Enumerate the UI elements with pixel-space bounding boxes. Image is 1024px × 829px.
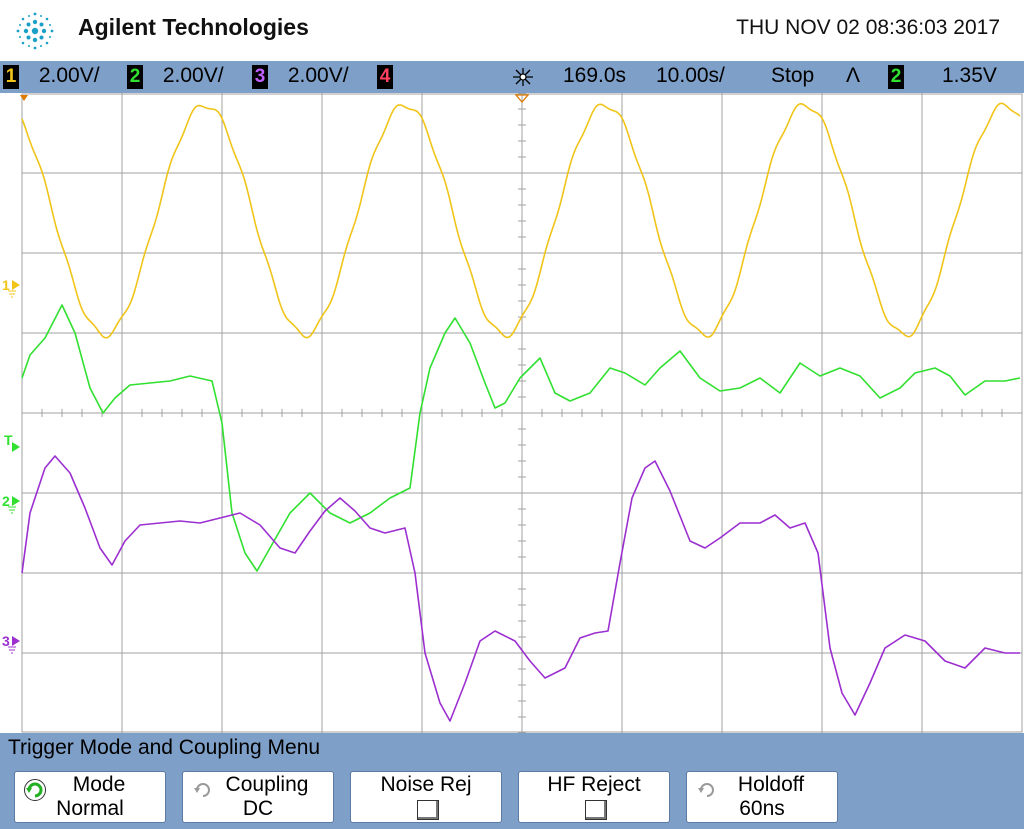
delay-readout[interactable]: 169.0s [563, 64, 626, 88]
waveform-display: 123T [0, 93, 1024, 733]
coupling-value: DC [242, 797, 274, 820]
mode-value: Normal [56, 797, 124, 820]
noise-reject-label: Noise Rej [380, 773, 472, 796]
trigger-slope-icon: Ʌ [846, 64, 861, 87]
channel-1-marker-arrow [12, 280, 20, 290]
channel-1-scale-value: 2.00V/ [38, 64, 100, 87]
brand-name: Agilent Technologies [78, 14, 309, 40]
channel-3-scale-value: 2.00V/ [287, 64, 349, 87]
trigger-level-arrow [12, 442, 20, 452]
holdoff-softkey[interactable]: Holdoff 60ns [686, 771, 838, 823]
channel-4-scale[interactable]: 4 [377, 64, 393, 89]
hf-reject-softkey[interactable]: HF Reject [518, 771, 670, 823]
holdoff-label: Holdoff [737, 773, 805, 796]
channel-2-trace [21, 304, 1021, 572]
noise-reject-checkbox-icon[interactable] [417, 800, 439, 820]
horizontal-delay-icon [513, 68, 533, 86]
header: Agilent Technologies THU NOV 02 08:36:03… [0, 0, 1024, 61]
trigger-level-readout[interactable]: 1.35V [942, 64, 997, 88]
trigger-source[interactable]: 2 [888, 64, 904, 89]
channel-4-badge: 4 [377, 65, 393, 89]
trigger-level-label: T [4, 432, 13, 448]
channel-3-badge: 3 [252, 65, 268, 89]
channel-2-badge: 2 [127, 65, 143, 89]
softkey-menu: Trigger Mode and Coupling Menu Mode Norm… [0, 733, 1024, 829]
hf-reject-checkbox-icon[interactable] [585, 800, 607, 820]
channel-1-badge: 1 [3, 65, 19, 89]
mode-label: Mode [72, 773, 126, 796]
agilent-spark-logo-icon [16, 12, 54, 50]
run-state: Stop [771, 64, 815, 87]
mode-softkey[interactable]: Mode Normal [14, 771, 166, 823]
channel-2-scale-value: 2.00V/ [162, 64, 224, 87]
timebase-readout[interactable]: 10.00s/ [656, 64, 725, 88]
holdoff-value: 60ns [739, 797, 785, 820]
coupling-softkey[interactable]: Coupling DC [182, 771, 334, 823]
noise-reject-softkey[interactable]: Noise Rej [350, 771, 502, 823]
channel-3-marker-arrow [12, 636, 20, 646]
trigger-source-badge: 2 [888, 65, 904, 89]
channel-2-marker-arrow [12, 496, 20, 506]
coupling-label: Coupling [225, 773, 309, 796]
waveform-canvas: 123T [2, 93, 1023, 733]
status-bar: 1 2.00V/ 2 2.00V/ 3 2.00V/ 4 169.0s 10.0… [0, 61, 1024, 93]
channel-1-scale[interactable]: 1 2.00V/ [3, 64, 100, 89]
datetime-readout: THU NOV 02 08:36:03 2017 [736, 16, 1000, 39]
channel-3-scale[interactable]: 3 2.00V/ [252, 64, 349, 89]
menu-title: Trigger Mode and Coupling Menu [8, 736, 321, 759]
channel-2-scale[interactable]: 2 2.00V/ [127, 64, 224, 89]
hf-reject-label: HF Reject [547, 773, 641, 796]
trigger-position-marker-left [20, 95, 28, 101]
